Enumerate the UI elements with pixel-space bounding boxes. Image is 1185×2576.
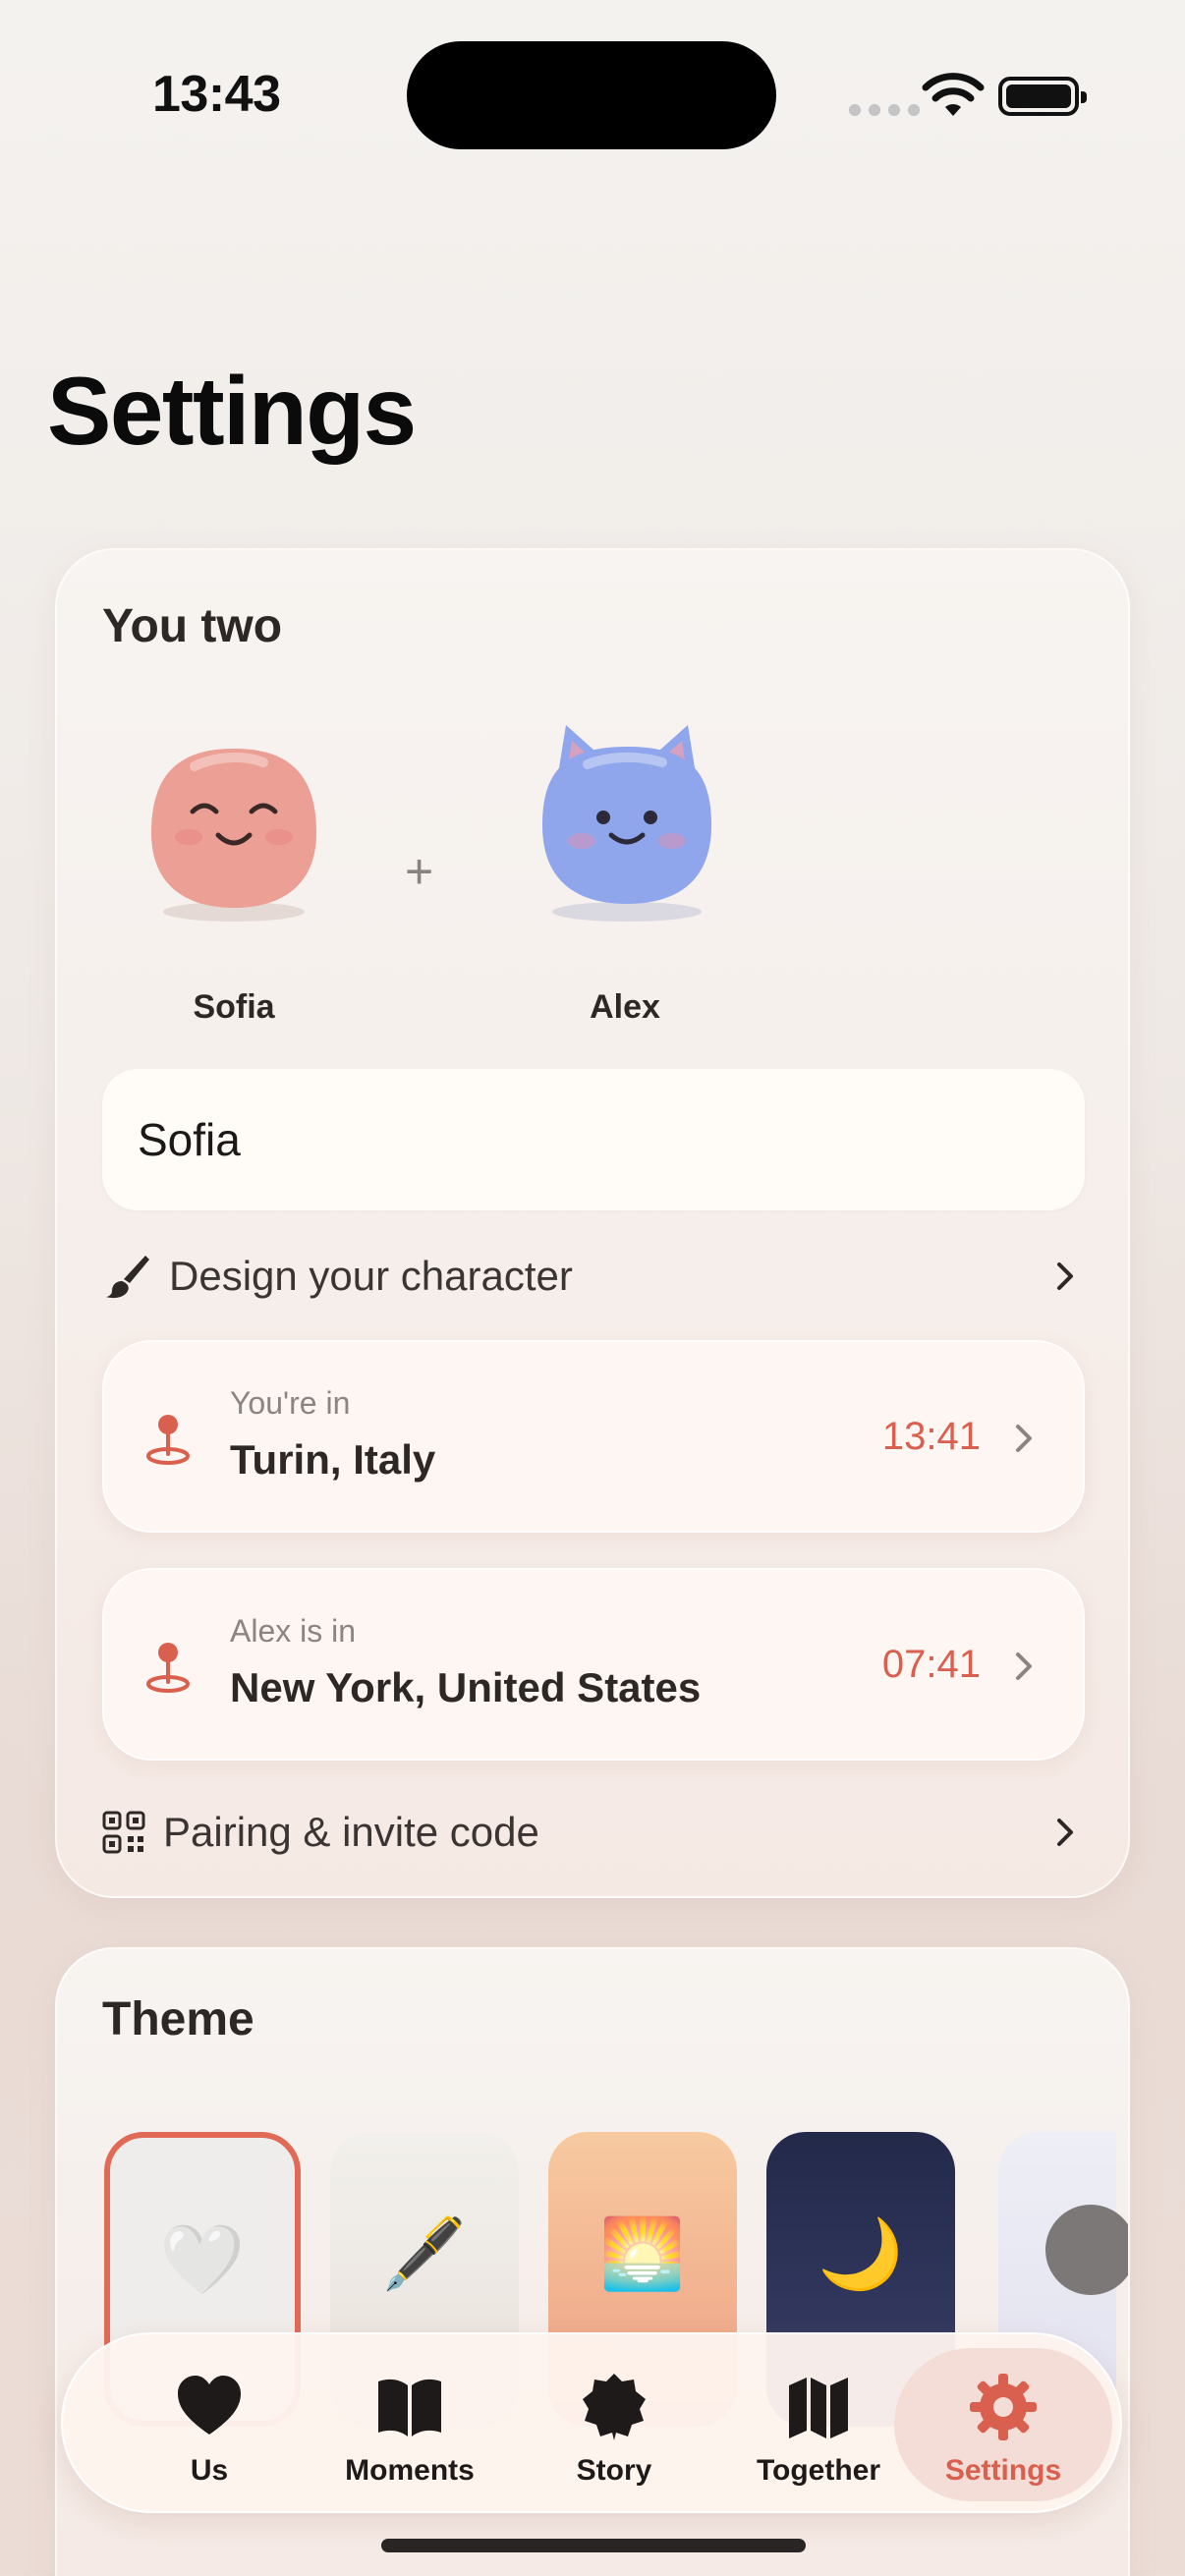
name-field[interactable] — [102, 1069, 1085, 1210]
location-pin-icon — [146, 1415, 190, 1465]
cellular-signal-icon — [849, 104, 920, 116]
gear-icon — [970, 2374, 1037, 2440]
sunrise-icon: 🌅 — [599, 2215, 686, 2292]
book-icon — [378, 2379, 441, 2436]
paintbrush-icon — [106, 1256, 149, 1299]
lock-icon — [1045, 2205, 1128, 2295]
design-character-label: Design your character — [169, 1253, 573, 1299]
chevron-right-icon — [1057, 1819, 1073, 1846]
status-time: 13:43 — [152, 66, 281, 123]
tab-label: Settings — [944, 2454, 1062, 2487]
location-card-partner[interactable]: Alex is in New York, United States 07:41 — [102, 1568, 1085, 1761]
tab-bar: Us Moments Story Together Settings — [61, 2332, 1122, 2513]
tab-label: Moments — [345, 2454, 475, 2487]
chevron-right-icon — [1016, 1425, 1032, 1452]
plus-sign: + — [405, 844, 434, 899]
tab-us[interactable]: Us — [106, 2334, 312, 2515]
dynamic-island — [407, 41, 776, 149]
theme-title: Theme — [102, 1993, 254, 2045]
design-character-row[interactable]: Design your character — [102, 1242, 1085, 1311]
chevron-right-icon — [1057, 1262, 1073, 1290]
tab-story[interactable]: Story — [511, 2334, 717, 2515]
tab-settings[interactable]: Settings — [894, 2348, 1112, 2501]
badge-icon — [583, 2374, 646, 2440]
location-pin-icon — [146, 1643, 190, 1693]
location-time: 13:41 — [881, 1415, 981, 1458]
location-subtitle: Alex is in — [230, 1613, 357, 1649]
you-two-title: You two — [102, 600, 283, 652]
home-indicator[interactable] — [381, 2539, 806, 2552]
pairing-invite-label: Pairing & invite code — [163, 1809, 539, 1855]
page-title: Settings — [47, 357, 417, 465]
battery-icon — [998, 77, 1087, 116]
tab-label: Together — [756, 2454, 881, 2487]
tab-label: Story — [576, 2454, 652, 2487]
avatar-name-alex: Alex — [590, 988, 660, 1026]
wifi-icon — [922, 73, 985, 116]
fountain-pen-icon: 🖋️ — [381, 2215, 468, 2292]
chevron-right-icon — [1016, 1652, 1032, 1680]
location-time: 07:41 — [881, 1643, 981, 1686]
location-place: New York, United States — [230, 1664, 702, 1710]
pairing-invite-row[interactable]: Pairing & invite code — [102, 1798, 1085, 1867]
moon-icon: 🌙 — [818, 2215, 904, 2292]
qr-code-icon — [102, 1811, 145, 1854]
map-icon — [789, 2378, 848, 2438]
you-two-card: You two Sofia + Alex Design your char — [55, 548, 1130, 1898]
location-subtitle: You're in — [230, 1385, 351, 1421]
tab-together[interactable]: Together — [715, 2334, 922, 2515]
location-card-you[interactable]: You're in Turin, Italy 13:41 — [102, 1340, 1085, 1533]
location-place: Turin, Italy — [230, 1436, 436, 1483]
white-heart-icon: 🤍 — [159, 2221, 246, 2298]
avatar-alex[interactable] — [519, 707, 735, 924]
heart-icon — [178, 2376, 241, 2435]
avatar-name-sofia: Sofia — [193, 988, 275, 1026]
avatar-sofia[interactable] — [136, 727, 332, 924]
tab-moments[interactable]: Moments — [307, 2334, 513, 2515]
tab-label: Us — [190, 2454, 229, 2487]
